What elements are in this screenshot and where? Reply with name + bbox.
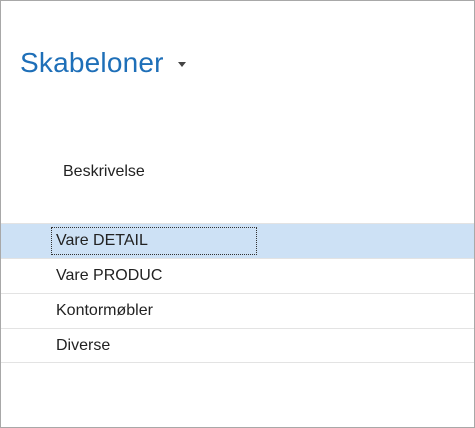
row-label: Diverse: [56, 337, 111, 354]
row-label: Kontormøbler: [56, 302, 153, 319]
table-row[interactable]: Diverse: [1, 328, 474, 363]
templates-panel: Skabeloner Beskrivelse Vare DETAIL Vare …: [0, 0, 475, 428]
table-row[interactable]: Kontormøbler: [1, 293, 474, 328]
page-title-area[interactable]: Skabeloner: [20, 45, 186, 81]
page-title: Skabeloner: [20, 47, 164, 78]
templates-list: Vare DETAIL Vare PRODUC Kontormøbler Div…: [1, 223, 474, 363]
row-label: Vare DETAIL: [56, 232, 148, 249]
chevron-down-icon[interactable]: [177, 61, 186, 67]
row-label: Vare PRODUC: [56, 267, 163, 284]
table-row[interactable]: Vare DETAIL: [1, 223, 474, 258]
table-row[interactable]: Vare PRODUC: [1, 258, 474, 293]
column-header-beskrivelse[interactable]: Beskrivelse: [63, 163, 145, 181]
